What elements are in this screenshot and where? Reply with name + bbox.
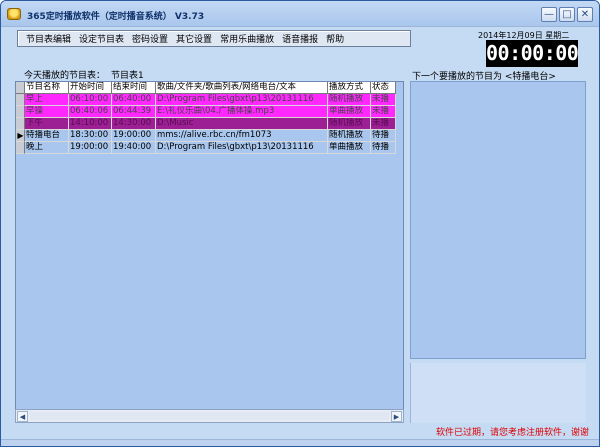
title-bar[interactable]: 365定时播放软件（定时播音系统） V3.73 — □ ✕: [1, 1, 599, 27]
cell-source: E:\礼仪乐曲\04.广播体操.mp3: [156, 106, 328, 118]
row-indicator: [16, 106, 25, 118]
cell-end: 19:00:00: [112, 130, 156, 142]
menu-bar: 节目表编辑 设定节目表 密码设置 其它设置 常用乐曲播放 语音播报 帮助: [17, 30, 411, 47]
cell-end: 06:44:39: [112, 106, 156, 118]
cell-source: D:\Program Files\gbxt\p13\20131116: [156, 142, 328, 154]
main-window: 365定时播放软件（定时播音系统） V3.73 — □ ✕ 节目表编辑 设定节目…: [0, 0, 600, 447]
cell-end: 19:40:00: [112, 142, 156, 154]
scroll-left-icon[interactable]: ◀: [17, 411, 28, 422]
menu-common-music[interactable]: 常用乐曲播放: [220, 32, 274, 45]
menu-program-edit[interactable]: 节目表编辑: [26, 32, 71, 45]
today-program-label: 今天播放的节目表： 节目表1: [24, 68, 144, 81]
next-program-panel: [410, 81, 586, 359]
window-bottom-border: [1, 439, 599, 446]
table-row[interactable]: 晚上 19:00:00 19:40:00 D:\Program Files\gb…: [16, 142, 396, 154]
cell-end: 06:40:00: [112, 94, 156, 106]
menu-help[interactable]: 帮助: [326, 32, 344, 45]
table-row[interactable]: 早上 06:10:00 06:40:00 D:\Program Files\gb…: [16, 94, 396, 106]
menu-password[interactable]: 密码设置: [132, 32, 168, 45]
cell-mode: 单曲播放: [328, 142, 371, 154]
column-header-name[interactable]: 节目名称: [25, 82, 69, 94]
window-title: 365定时播放软件（定时播音系统） V3.73: [27, 12, 205, 22]
cell-name: 特播电台: [25, 130, 69, 142]
table-horizontal-scrollbar[interactable]: ◀ ▶: [15, 409, 404, 423]
minimize-button[interactable]: —: [541, 7, 557, 22]
cell-status: 未播: [371, 94, 396, 106]
table-row[interactable]: 早操 06:40:06 06:44:39 E:\礼仪乐曲\04.广播体操.mp3…: [16, 106, 396, 118]
cell-start: 18:30:00: [69, 130, 112, 142]
column-header-source[interactable]: 歌曲/文件夹/歌曲列表/网络电台/文本: [156, 82, 328, 94]
status-message: 软件已过期，请您考虑注册软件，谢谢: [435, 428, 589, 438]
menu-set-program[interactable]: 设定节目表: [79, 32, 124, 45]
cell-name: 早操: [25, 106, 69, 118]
indicator-header: [16, 82, 25, 94]
program-table[interactable]: 节目名称 开始时间 结束时间 歌曲/文件夹/歌曲列表/网络电台/文本 播放方式 …: [15, 81, 404, 423]
today-table-name: 节目表1: [111, 71, 144, 81]
menu-voice-broadcast[interactable]: 语音播报: [282, 32, 318, 45]
menu-other-settings[interactable]: 其它设置: [176, 32, 212, 45]
cell-status: 待播: [371, 142, 396, 154]
table-row[interactable]: 下午 14:10:00 14:30:00 D:\Music 随机播放 未播: [16, 118, 396, 130]
cell-source: mms://alive.rbc.cn/fm1073: [156, 130, 328, 142]
side-info-area: [410, 363, 586, 423]
cell-mode: 随机播放: [328, 94, 371, 106]
cell-start: 06:10:00: [69, 94, 112, 106]
cell-name: 早上: [25, 94, 69, 106]
cell-start: 06:40:06: [69, 106, 112, 118]
column-header-end[interactable]: 结束时间: [112, 82, 156, 94]
app-logo-icon: [7, 8, 21, 20]
cell-mode: 随机播放: [328, 118, 371, 130]
clock-display: 00:00:00: [486, 40, 579, 67]
cell-name: 晚上: [25, 142, 69, 154]
cell-start: 19:00:00: [69, 142, 112, 154]
cell-mode: 单曲播放: [328, 106, 371, 118]
current-row-arrow-icon: ▶: [16, 130, 25, 142]
cell-mode: 随机播放: [328, 130, 371, 142]
cell-status: 待播: [371, 130, 396, 142]
row-indicator: [16, 94, 25, 106]
cell-source: D:\Music: [156, 118, 328, 130]
column-header-status[interactable]: 状态: [371, 82, 396, 94]
cell-status: 未播: [371, 118, 396, 130]
close-button[interactable]: ✕: [577, 7, 593, 22]
row-indicator: [16, 142, 25, 154]
cell-start: 14:10:00: [69, 118, 112, 130]
today-label-text: 今天播放的节目表：: [24, 71, 106, 81]
table-row[interactable]: ▶ 特播电台 18:30:00 19:00:00 mms://alive.rbc…: [16, 130, 396, 142]
row-indicator: [16, 118, 25, 130]
table-header: 节目名称 开始时间 结束时间 歌曲/文件夹/歌曲列表/网络电台/文本 播放方式 …: [16, 82, 396, 94]
scrollbar-track[interactable]: [30, 412, 389, 420]
column-header-start[interactable]: 开始时间: [69, 82, 112, 94]
column-header-mode[interactable]: 播放方式: [328, 82, 371, 94]
cell-name: 下午: [25, 118, 69, 130]
cell-source: D:\Program Files\gbxt\p13\20131116: [156, 94, 328, 106]
cell-status: 未播: [371, 106, 396, 118]
cell-end: 14:30:00: [112, 118, 156, 130]
scroll-right-icon[interactable]: ▶: [391, 411, 402, 422]
maximize-button[interactable]: □: [559, 7, 575, 22]
